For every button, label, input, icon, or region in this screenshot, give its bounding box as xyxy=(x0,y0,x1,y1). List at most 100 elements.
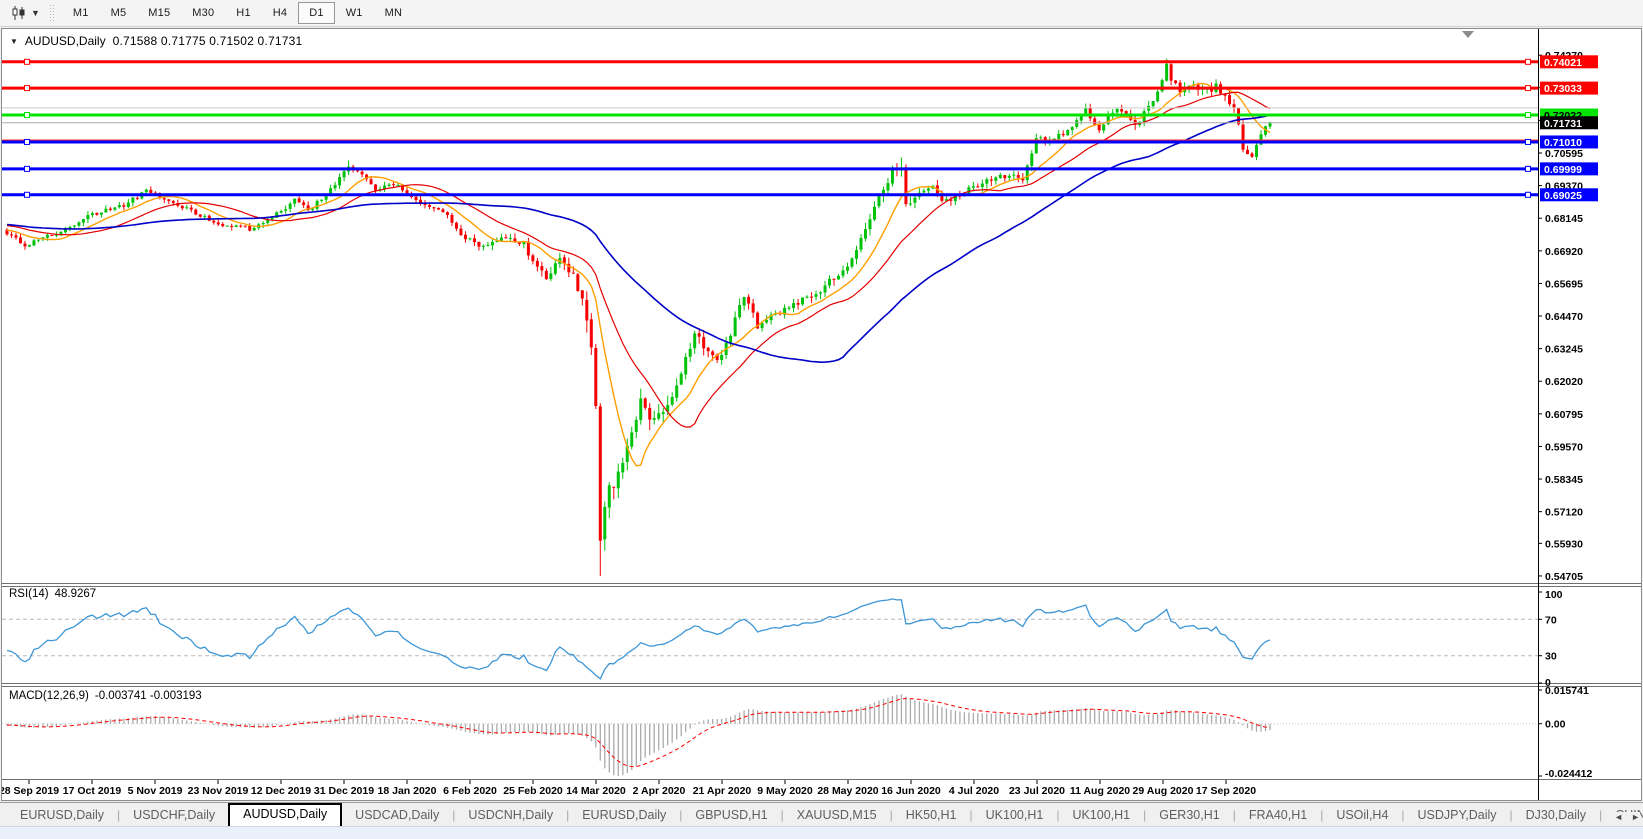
time-axis-tick-label: 28 Sep 2019 xyxy=(2,785,59,797)
bull-candle-body xyxy=(86,215,90,220)
chart-tab-uk100-h1[interactable]: UK100,H1 xyxy=(973,805,1057,826)
bear-candle-body xyxy=(230,225,234,227)
bear-candle-body xyxy=(1097,124,1101,131)
bull-candle-body xyxy=(279,210,283,213)
chart-tab-eurusd-daily[interactable]: EURUSD,Daily xyxy=(569,805,679,826)
hline-marker xyxy=(24,85,30,92)
bull-candle-body xyxy=(549,273,553,280)
bull-candle-body xyxy=(765,320,769,323)
timeframe-button-m1[interactable]: M1 xyxy=(62,2,100,24)
bull-candle-body xyxy=(621,462,625,473)
tab-scroll-left-icon[interactable]: ◄ xyxy=(1614,812,1623,822)
bull-candle-body xyxy=(837,275,841,280)
bear-candle-body xyxy=(463,234,467,240)
bull-candle-body xyxy=(805,296,809,298)
timeframe-button-m5[interactable]: M5 xyxy=(100,2,138,24)
bear-candle-body xyxy=(580,290,584,299)
bear-candle-body xyxy=(1016,175,1020,178)
chart-shift-marker-icon xyxy=(1462,31,1474,38)
bull-candle-body xyxy=(985,179,989,184)
bull-candle-body xyxy=(679,373,683,385)
bear-candle-body xyxy=(414,196,418,200)
bull-candle-body xyxy=(652,418,656,420)
timeframe-button-m30[interactable]: M30 xyxy=(181,2,225,24)
bear-candle-body xyxy=(454,222,458,229)
chart-type-button[interactable]: ▼ xyxy=(5,3,46,23)
bear-candle-body xyxy=(535,260,539,267)
time-axis-tick-label: 16 Jun 2020 xyxy=(881,785,941,797)
bear-candle-body xyxy=(810,296,814,298)
bull-candle-body xyxy=(490,241,494,246)
bull-candle-body xyxy=(670,396,674,405)
bear-candle-body xyxy=(904,167,908,205)
chart-title: ▼ AUDUSD,Daily 0.71588 0.71775 0.71502 0… xyxy=(10,34,302,48)
bull-candle-body xyxy=(841,270,845,276)
bull-candle-body xyxy=(661,412,665,414)
bear-candle-body xyxy=(302,202,306,206)
tab-scroll-right-icon[interactable]: ► xyxy=(1631,812,1640,822)
chart-tab-hk50-h1[interactable]: HK50,H1 xyxy=(893,805,970,826)
rsi-pane: 10070300 xyxy=(2,589,1563,689)
timeframe-button-m15[interactable]: M15 xyxy=(137,2,181,24)
timeframe-button-group: M1 M5 M15 M30 H1 H4 D1 W1 MN xyxy=(62,2,413,24)
time-axis-tick-label: 4 Jul 2020 xyxy=(949,785,999,797)
bear-candle-body xyxy=(594,348,598,407)
bull-candle-body xyxy=(1156,91,1160,102)
timeframe-button-d1[interactable]: D1 xyxy=(298,2,335,24)
bull-candle-body xyxy=(99,212,103,215)
timeframe-button-mn[interactable]: MN xyxy=(374,2,414,24)
timeframe-button-w1[interactable]: W1 xyxy=(335,2,374,24)
chart-tab-ger30-h1[interactable]: GER30,H1 xyxy=(1146,805,1232,826)
bull-candle-body xyxy=(913,197,917,203)
bear-candle-body xyxy=(796,302,800,305)
bear-candle-body xyxy=(360,171,364,175)
bear-candle-body xyxy=(297,198,301,203)
bull-candle-body xyxy=(792,303,796,309)
bull-candle-body xyxy=(630,432,634,447)
chart-tab-gbpusd-h1[interactable]: GBPUSD,H1 xyxy=(682,805,780,826)
bull-candle-body xyxy=(684,356,688,375)
bull-candle-body xyxy=(657,413,661,419)
macd-histogram xyxy=(6,694,1271,776)
price-axis-tick-label: 0.66920 xyxy=(1545,246,1583,258)
chart-tab-eurusd-daily[interactable]: EURUSD,Daily xyxy=(7,805,117,826)
bear-candle-body xyxy=(702,337,706,349)
time-axis-tick-label: 21 Apr 2020 xyxy=(693,785,752,797)
chart-tab-usdcad-daily[interactable]: USDCAD,Daily xyxy=(342,805,452,826)
bull-candle-body xyxy=(922,190,926,193)
macd-indicator-label: MACD(12,26,9) -0.003741 -0.003193 xyxy=(9,690,202,702)
bull-candle-body xyxy=(81,219,85,223)
bear-candle-body xyxy=(436,208,440,210)
bear-candle-body xyxy=(1124,111,1128,114)
chart-tab-fra40-h1[interactable]: FRA40,H1 xyxy=(1236,805,1320,826)
chart-tab-usdjpy-daily[interactable]: USDJPY,Daily xyxy=(1405,805,1510,826)
chart-canvas[interactable]: 0.742700.730450.718200.705950.693700.681… xyxy=(2,29,1641,800)
time-axis-tick-label: 17 Sep 2020 xyxy=(1196,785,1256,797)
chart-tab-uk100-h1[interactable]: UK100,H1 xyxy=(1059,805,1143,826)
bear-candle-body xyxy=(531,255,535,262)
chart-tab-dj30-daily[interactable]: DJ30,Daily xyxy=(1513,805,1599,826)
hline-marker xyxy=(1525,191,1531,198)
bear-candle-body xyxy=(706,347,710,352)
hline-marker xyxy=(24,138,30,145)
bear-candle-body xyxy=(589,319,593,348)
chart-tab-usdcnh-daily[interactable]: USDCNH,Daily xyxy=(455,805,566,826)
timeframe-button-h4[interactable]: H4 xyxy=(262,2,298,24)
chart-tab-usdchf-daily[interactable]: USDCHF,Daily xyxy=(120,805,228,826)
bear-candle-body xyxy=(221,224,225,227)
chart-tab-usoil-h4[interactable]: USOil,H4 xyxy=(1323,805,1401,826)
chart-tab-xauusd-m15[interactable]: XAUUSD,M15 xyxy=(784,805,890,826)
bull-candle-body xyxy=(1151,101,1155,107)
ma-slow-line xyxy=(6,114,1271,364)
timeframe-button-h1[interactable]: H1 xyxy=(225,2,261,24)
price-axis-tick-label: 0.57120 xyxy=(1545,507,1583,519)
bear-candle-body xyxy=(167,199,171,201)
chart-tab-audusd-daily[interactable]: AUDUSD,Daily xyxy=(228,803,343,826)
bull-candle-body xyxy=(324,195,328,200)
bear-candle-body xyxy=(180,205,184,209)
bull-candle-body xyxy=(113,207,117,210)
bull-candle-body xyxy=(854,249,858,259)
bear-candle-body xyxy=(504,237,508,239)
bull-candle-body xyxy=(639,398,643,420)
bear-candle-body xyxy=(441,209,445,213)
